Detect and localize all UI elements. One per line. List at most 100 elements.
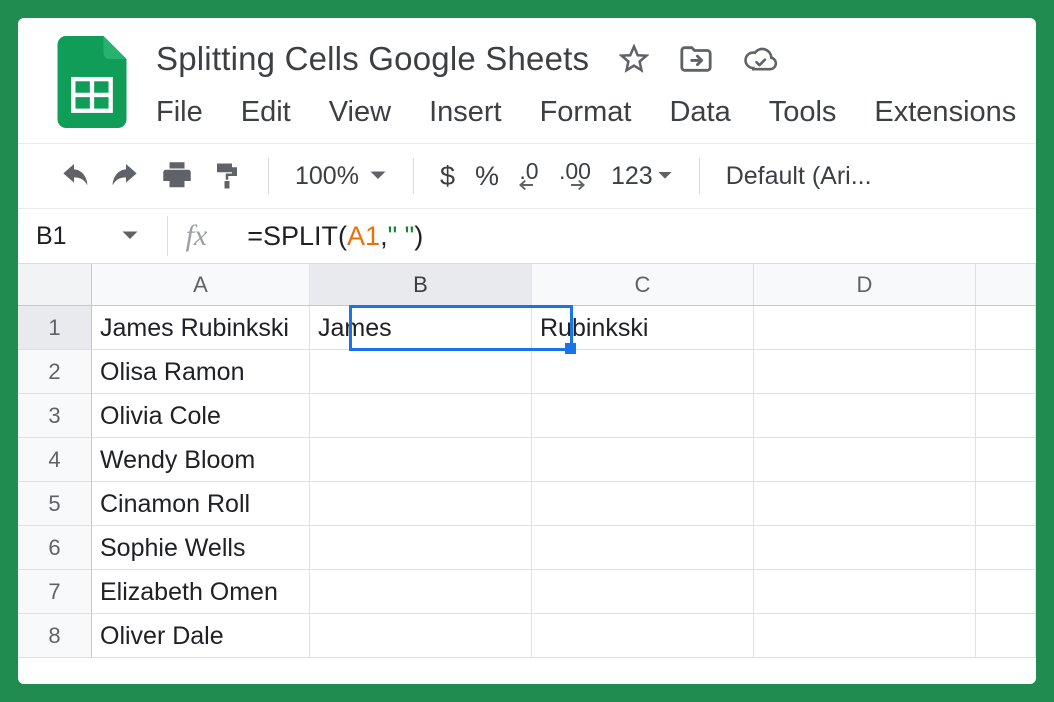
cell-E4[interactable] <box>976 438 1036 482</box>
cell-C1[interactable]: Rubinkski <box>532 306 754 350</box>
increase-decimal[interactable]: .00 <box>559 162 591 190</box>
cell-C7[interactable] <box>532 570 754 614</box>
row-header[interactable]: 3 <box>18 394 92 438</box>
cell-C5[interactable] <box>532 482 754 526</box>
select-all-corner[interactable] <box>18 264 92 305</box>
cell-A7[interactable]: Elizabeth Omen <box>92 570 310 614</box>
app-frame: Splitting Cells Google Sheets <box>18 18 1036 684</box>
cell-B2[interactable] <box>310 350 532 394</box>
spreadsheet-grid[interactable]: A B C D 1James RubinkskiJamesRubinkski2O… <box>18 264 1036 658</box>
name-box-value: B1 <box>36 222 67 251</box>
menu-data[interactable]: Data <box>669 96 730 129</box>
column-header-B[interactable]: B <box>310 264 532 305</box>
cell-D4[interactable] <box>754 438 976 482</box>
cell-D8[interactable] <box>754 614 976 658</box>
row-header[interactable]: 7 <box>18 570 92 614</box>
zoom-value: 100% <box>295 162 359 191</box>
menu-tools[interactable]: Tools <box>769 96 837 129</box>
cell-A6[interactable]: Sophie Wells <box>92 526 310 570</box>
row-header[interactable]: 1 <box>18 306 92 350</box>
column-header-E[interactable] <box>976 264 1036 305</box>
cell-A1[interactable]: James Rubinkski <box>92 306 310 350</box>
cell-E8[interactable] <box>976 614 1036 658</box>
cell-E1[interactable] <box>976 306 1036 350</box>
grid-row: 1James RubinkskiJamesRubinkski <box>18 306 1036 350</box>
cell-A2[interactable]: Olisa Ramon <box>92 350 310 394</box>
cloud-saved-icon[interactable] <box>743 45 779 73</box>
row-header[interactable]: 6 <box>18 526 92 570</box>
cell-D3[interactable] <box>754 394 976 438</box>
menu-file[interactable]: File <box>156 96 203 129</box>
menu-extensions[interactable]: Extensions <box>874 96 1016 129</box>
grid-row: 2Olisa Ramon <box>18 350 1036 394</box>
caret-down-icon <box>369 170 387 182</box>
cell-A3[interactable]: Olivia Cole <box>92 394 310 438</box>
cell-B1[interactable]: James <box>310 306 532 350</box>
row-header[interactable]: 4 <box>18 438 92 482</box>
cell-C2[interactable] <box>532 350 754 394</box>
format-currency[interactable]: $ <box>440 161 455 192</box>
fx-icon: fx <box>186 219 208 253</box>
redo-icon[interactable] <box>110 164 142 188</box>
cell-D6[interactable] <box>754 526 976 570</box>
toolbar-separator <box>268 158 269 194</box>
cell-D5[interactable] <box>754 482 976 526</box>
cell-C4[interactable] <box>532 438 754 482</box>
column-header-C[interactable]: C <box>532 264 754 305</box>
move-to-folder-icon[interactable] <box>679 44 713 74</box>
cell-C3[interactable] <box>532 394 754 438</box>
star-icon[interactable] <box>619 44 649 74</box>
cell-E7[interactable] <box>976 570 1036 614</box>
toolbar-separator <box>699 158 700 194</box>
formula-bar-row: B1 fx =SPLIT(A1," ") <box>18 208 1036 264</box>
menu-view[interactable]: View <box>329 96 391 129</box>
zoom-dropdown[interactable]: 100% <box>295 162 387 191</box>
name-box[interactable]: B1 <box>36 222 167 251</box>
caret-down-icon <box>657 170 673 182</box>
cell-B3[interactable] <box>310 394 532 438</box>
sheets-logo-icon <box>56 36 128 128</box>
cell-C6[interactable] <box>532 526 754 570</box>
undo-icon[interactable] <box>58 164 90 188</box>
cell-B8[interactable] <box>310 614 532 658</box>
cell-A8[interactable]: Oliver Dale <box>92 614 310 658</box>
formula-input[interactable]: =SPLIT(A1," ") <box>247 221 423 252</box>
column-header-A[interactable]: A <box>92 264 310 305</box>
decrease-decimal[interactable]: .0 <box>519 162 539 190</box>
cell-A4[interactable]: Wendy Bloom <box>92 438 310 482</box>
cell-A5[interactable]: Cinamon Roll <box>92 482 310 526</box>
toolbar-separator <box>413 158 414 194</box>
title-bar: Splitting Cells Google Sheets <box>18 18 1036 129</box>
cell-C8[interactable] <box>532 614 754 658</box>
row-header[interactable]: 8 <box>18 614 92 658</box>
cell-E2[interactable] <box>976 350 1036 394</box>
cell-B4[interactable] <box>310 438 532 482</box>
menu-insert[interactable]: Insert <box>429 96 502 129</box>
cell-B6[interactable] <box>310 526 532 570</box>
menu-edit[interactable]: Edit <box>241 96 291 129</box>
grid-row: 3Olivia Cole <box>18 394 1036 438</box>
cell-D1[interactable] <box>754 306 976 350</box>
paint-format-icon[interactable] <box>212 161 242 191</box>
menu-bar: File Edit View Insert Format Data Tools … <box>156 96 1036 129</box>
grid-row: 5Cinamon Roll <box>18 482 1036 526</box>
cell-D2[interactable] <box>754 350 976 394</box>
toolbar: 100% $ % .0 .00 123 Default (Ari... <box>18 144 1036 208</box>
cell-B5[interactable] <box>310 482 532 526</box>
row-header[interactable]: 5 <box>18 482 92 526</box>
print-icon[interactable] <box>162 162 192 190</box>
formula-bar-separator <box>167 216 168 256</box>
format-percent[interactable]: % <box>475 161 499 192</box>
cell-B7[interactable] <box>310 570 532 614</box>
row-header[interactable]: 2 <box>18 350 92 394</box>
document-title[interactable]: Splitting Cells Google Sheets <box>156 40 589 78</box>
cell-E5[interactable] <box>976 482 1036 526</box>
more-formats-dropdown[interactable]: 123 <box>611 162 673 191</box>
menu-format[interactable]: Format <box>540 96 632 129</box>
cell-E6[interactable] <box>976 526 1036 570</box>
cell-E3[interactable] <box>976 394 1036 438</box>
cell-D7[interactable] <box>754 570 976 614</box>
column-header-D[interactable]: D <box>754 264 976 305</box>
grid-row: 4Wendy Bloom <box>18 438 1036 482</box>
font-family-dropdown[interactable]: Default (Ari... <box>726 162 872 191</box>
